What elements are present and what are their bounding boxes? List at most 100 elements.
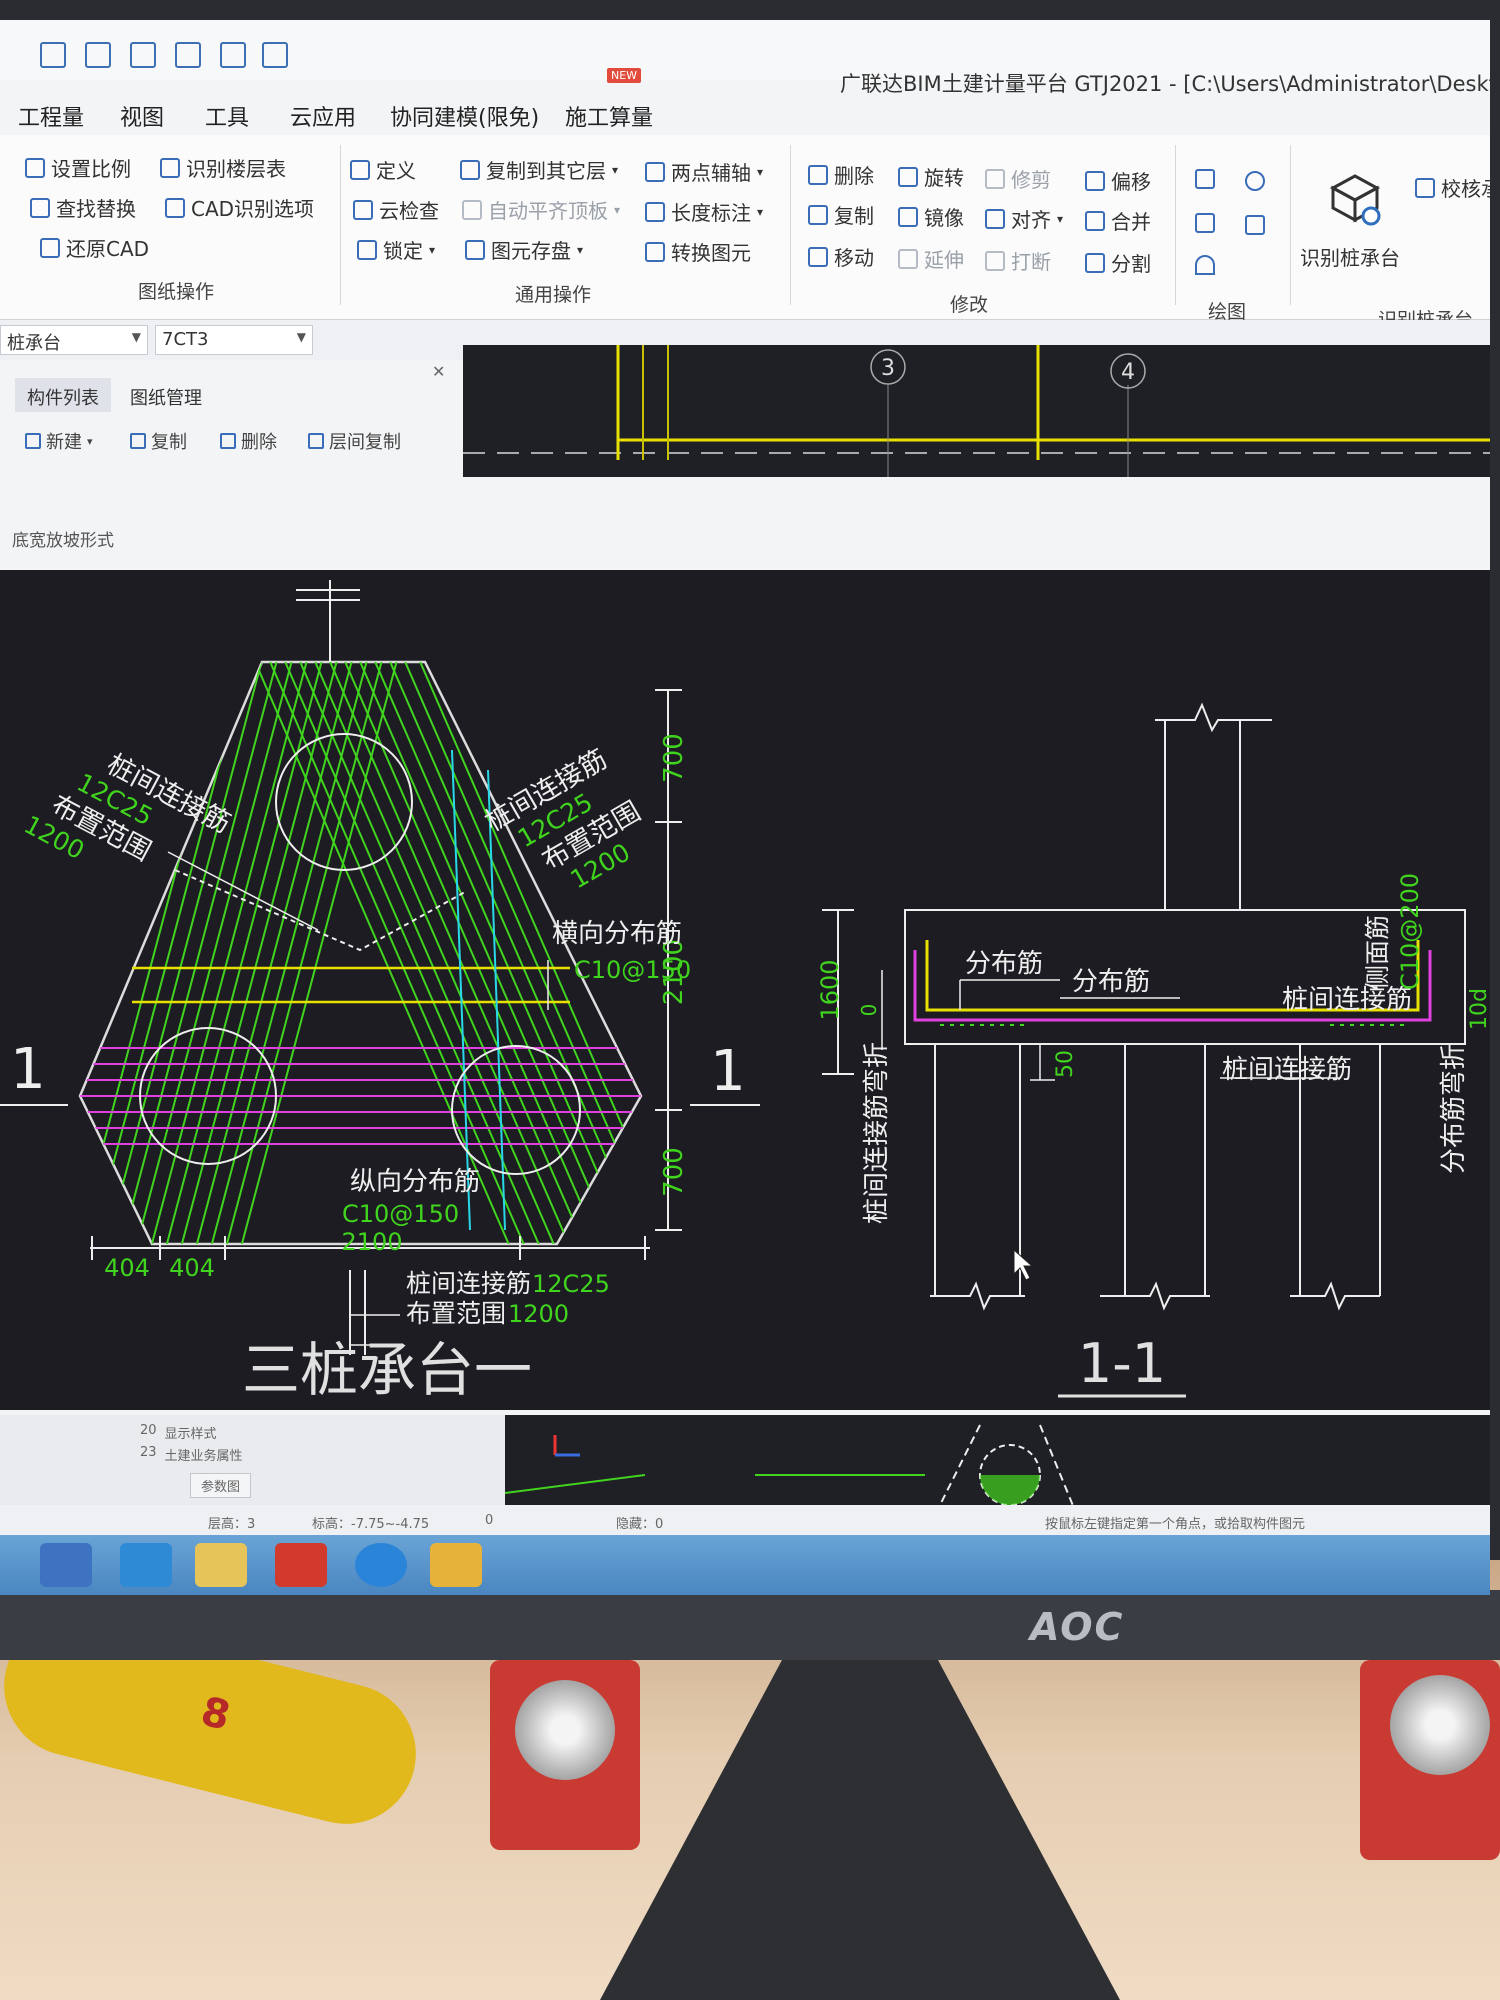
- rect-icon: [1245, 215, 1265, 235]
- trim-button[interactable]: 修剪: [985, 164, 1051, 193]
- section-label-dist-1: 分布筋: [965, 949, 1043, 979]
- define-button[interactable]: 定义: [350, 155, 416, 184]
- two-point-axis-button[interactable]: 两点辅轴 ▾: [645, 157, 763, 186]
- length-dimension-button[interactable]: 长度标注 ▾: [645, 197, 763, 226]
- point-icon: [1195, 169, 1215, 189]
- lock-icon: [357, 239, 377, 260]
- right-speaker: [1360, 1660, 1500, 1860]
- copy-floor-icon: [460, 159, 480, 180]
- taskbar: [0, 1535, 1490, 1595]
- menu-collab[interactable]: 协同建模(限免): [390, 100, 539, 132]
- cad-drawing[interactable]: 1 1 700 2100 700 404 404 2100 桩间连接筋 12C2…: [0, 570, 1490, 1410]
- extend-button[interactable]: 延伸: [898, 244, 964, 273]
- dimension-icon: [645, 201, 665, 222]
- draw-rect-button[interactable]: [1245, 215, 1265, 235]
- mirror-button[interactable]: 镜像: [898, 202, 964, 231]
- section-title: 1-1: [1078, 1332, 1166, 1395]
- menu-quantity[interactable]: 工程量: [18, 100, 84, 132]
- ribbon: 设置比例 识别楼层表 查找替换 CAD识别选项 还原CAD 图纸操作 定义 复制…: [0, 135, 1490, 331]
- status-elevation: 标高：-7.75~-4.75: [312, 1517, 430, 1532]
- define-icon: [350, 159, 370, 180]
- draw-arc-button[interactable]: [1195, 255, 1215, 275]
- auto-align-button[interactable]: 自动平齐顶板 ▾: [462, 195, 620, 224]
- delete-button[interactable]: 删除: [808, 160, 874, 189]
- wechat-icon[interactable]: [430, 1543, 482, 1587]
- align-top-icon: [462, 199, 482, 220]
- table-icon: [160, 157, 180, 178]
- panel-delete-button[interactable]: 删除: [220, 428, 277, 454]
- identify-pile-cap-button[interactable]: 识别桩承台: [1300, 242, 1400, 271]
- new-badge: NEW: [607, 68, 642, 83]
- taskbar-app-icon[interactable]: [40, 1543, 92, 1587]
- status-bar: 层高：3 标高：-7.75~-4.75 0 隐藏：0 按鼠标左键指定第一个角点，…: [0, 1505, 1490, 1535]
- floor-copy-button[interactable]: 层间复制: [308, 428, 401, 454]
- restore-icon: [40, 237, 60, 258]
- draw-line-button[interactable]: [1195, 213, 1215, 233]
- quick-access-icon[interactable]: [175, 42, 201, 68]
- tab-drawing-management[interactable]: 图纸管理: [118, 378, 214, 412]
- lock-button[interactable]: 锁定 ▾: [357, 235, 435, 264]
- break-button[interactable]: 打断: [985, 246, 1051, 275]
- axis-label-3: 3: [881, 356, 895, 381]
- identify-pile-cap-icon[interactable]: [1325, 170, 1385, 230]
- side-bar-value: C10@200: [1396, 873, 1424, 990]
- annot-bottom-label: 桩间连接筋: [406, 1269, 531, 1298]
- cad-view-strip[interactable]: 3 4: [463, 345, 1490, 477]
- status-hidden: 隐藏：0: [616, 1517, 664, 1532]
- set-scale-button[interactable]: 设置比例: [25, 153, 131, 182]
- group-drawing-ops: 图纸操作: [138, 281, 215, 303]
- section-label-tie-2: 桩间连接筋: [1222, 1055, 1352, 1085]
- menu-tools[interactable]: 工具: [205, 100, 249, 132]
- menu-cloud[interactable]: 云应用: [290, 100, 356, 132]
- left-speaker: [490, 1660, 640, 1850]
- restore-cad-button[interactable]: 还原CAD: [40, 233, 149, 262]
- browser-icon[interactable]: [355, 1543, 407, 1587]
- move-button[interactable]: 移动: [808, 242, 874, 271]
- quick-access-icon[interactable]: [40, 42, 66, 68]
- copy-button[interactable]: 复制: [808, 200, 874, 229]
- taskbar-app-icon[interactable]: [120, 1543, 172, 1587]
- panel-copy-button[interactable]: 复制: [130, 428, 187, 454]
- transverse-label: 横向分布筋: [552, 919, 682, 949]
- row-number: 23: [140, 1445, 157, 1460]
- arc-icon: [1195, 255, 1215, 275]
- identify-floor-table-button[interactable]: 识别楼层表: [160, 153, 286, 182]
- tab-component-list[interactable]: 构件列表: [15, 378, 111, 412]
- quick-access-icon[interactable]: [130, 42, 156, 68]
- folder-icon[interactable]: [195, 1543, 247, 1587]
- quick-access-icon[interactable]: [85, 42, 111, 68]
- cad-options-button[interactable]: CAD识别选项: [165, 193, 314, 222]
- row-number: 20: [140, 1423, 157, 1438]
- axis-icon: [645, 161, 665, 182]
- move-icon: [808, 246, 828, 267]
- close-icon[interactable]: ✕: [432, 362, 445, 381]
- trim-icon: [985, 168, 1005, 189]
- convert-elements-button[interactable]: 转换图元: [645, 237, 751, 266]
- align-button[interactable]: 对齐 ▾: [985, 204, 1063, 233]
- draw-circle-button[interactable]: [1245, 171, 1265, 191]
- element-select[interactable]: 7CT3 ▼: [155, 325, 313, 355]
- row-business-props[interactable]: 土建业务属性: [165, 1445, 243, 1464]
- quick-access-icon[interactable]: [220, 42, 246, 68]
- section-mark-left: 1: [10, 1037, 46, 1102]
- split-button[interactable]: 分割: [1085, 248, 1151, 277]
- save-elements-button[interactable]: 图元存盘 ▾: [465, 235, 583, 264]
- new-button[interactable]: 新建 ▾: [25, 428, 93, 454]
- cloud-check-icon: [353, 199, 373, 220]
- section-label-dist-2: 分布筋: [1072, 967, 1150, 997]
- draw-point-button[interactable]: [1195, 169, 1215, 189]
- menu-construction[interactable]: 施工算量: [565, 100, 653, 132]
- check-button[interactable]: 校核承: [1415, 173, 1490, 202]
- rotate-button[interactable]: 旋转: [898, 162, 964, 191]
- copy-to-floor-button[interactable]: 复制到其它层 ▾: [460, 155, 618, 184]
- find-replace-button[interactable]: 查找替换: [30, 193, 136, 222]
- params-button[interactable]: 参数图: [190, 1473, 252, 1498]
- wps-icon[interactable]: [275, 1543, 327, 1587]
- row-display-style[interactable]: 显示样式: [165, 1423, 217, 1442]
- merge-button[interactable]: 合并: [1085, 206, 1151, 235]
- quick-access-icon[interactable]: [262, 42, 288, 68]
- offset-button[interactable]: 偏移: [1085, 166, 1151, 195]
- cloud-check-button[interactable]: 云检查: [353, 195, 439, 224]
- category-select[interactable]: 桩承台 ▼: [0, 325, 148, 355]
- menu-view[interactable]: 视图: [120, 100, 164, 132]
